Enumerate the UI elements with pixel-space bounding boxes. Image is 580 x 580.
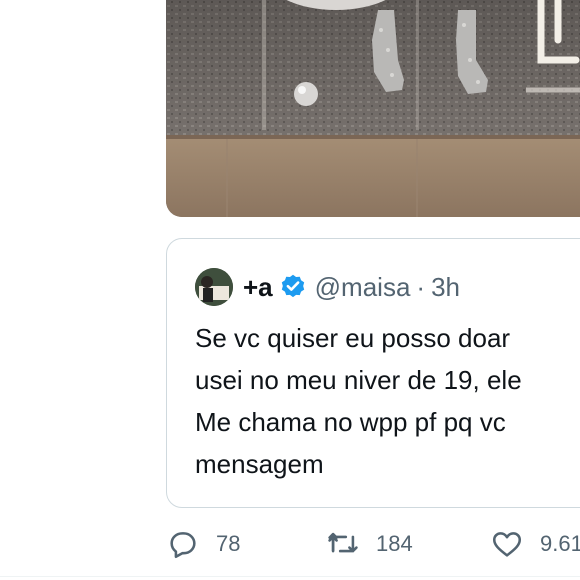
quoted-tweet-header: +a @maisa · 3h bbox=[195, 268, 460, 306]
retweet-button[interactable]: 184 bbox=[326, 524, 413, 564]
separator-dot: · bbox=[416, 271, 426, 302]
quoted-tweet-text-line: Se vc quiser eu posso doar bbox=[195, 323, 511, 353]
quoted-tweet-text-line: usei no meu niver de 19, ele bbox=[195, 365, 522, 395]
quoted-tweet-text-line: mensagem bbox=[195, 449, 324, 479]
retweet-icon bbox=[328, 532, 358, 553]
reply-count: 78 bbox=[216, 531, 241, 556]
divider bbox=[0, 576, 580, 577]
tweet-action-bar: 78 184 9.61 bbox=[166, 524, 580, 564]
quoted-tweet-card[interactable]: +a @maisa · 3h Se vc quiser eu posso doa… bbox=[166, 238, 580, 508]
verified-badge-icon bbox=[279, 273, 307, 301]
like-count: 9.61 bbox=[540, 531, 580, 556]
like-button[interactable]: 9.61 bbox=[490, 524, 580, 564]
heart-icon bbox=[492, 532, 522, 557]
display-name[interactable]: +a bbox=[243, 272, 273, 303]
tweet-view: +a @maisa · 3h Se vc quiser eu posso doa… bbox=[0, 0, 580, 580]
reply-icon bbox=[170, 532, 196, 559]
timestamp[interactable]: 3h bbox=[431, 272, 460, 303]
quoted-tweet-text-line: Me chama no wpp pf pq vc bbox=[195, 407, 506, 437]
reply-button[interactable]: 78 bbox=[166, 524, 240, 564]
quoted-tweet-text: Se vc quiser eu posso doar usei no meu n… bbox=[195, 317, 580, 485]
retweet-count: 184 bbox=[376, 531, 413, 556]
avatar[interactable] bbox=[195, 268, 233, 306]
tweet-media-photo[interactable] bbox=[166, 0, 580, 217]
handle[interactable]: @maisa bbox=[315, 272, 411, 303]
